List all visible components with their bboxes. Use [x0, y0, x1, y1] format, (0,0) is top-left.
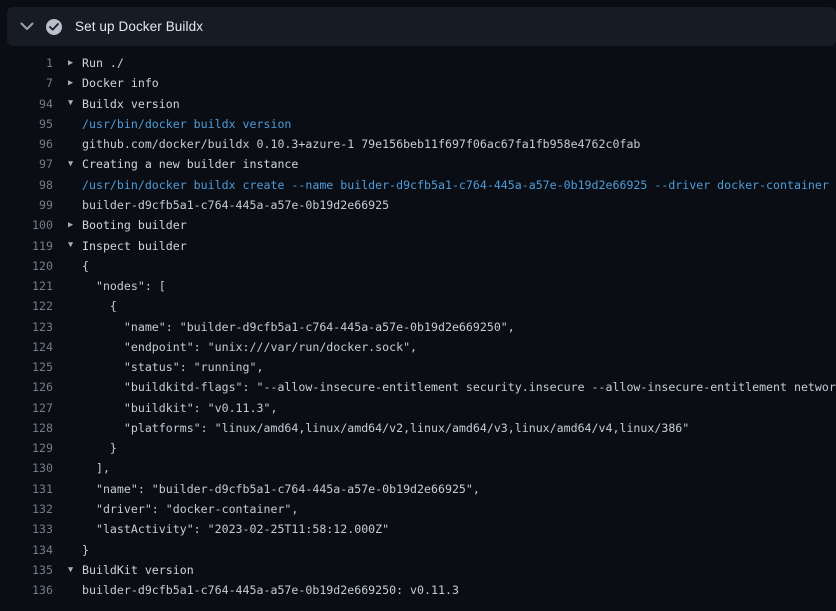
log-row: 131 "name": "builder-d9cfb5a1-c764-445a-…	[0, 479, 836, 499]
line-number[interactable]: 123	[0, 320, 53, 334]
log-row: 133 "lastActivity": "2023-02-25T11:58:12…	[0, 519, 836, 539]
line-number[interactable]: 130	[0, 461, 53, 475]
line-number[interactable]: 97	[0, 157, 53, 171]
log-line-text: "buildkitd-flags": "--allow-insecure-ent…	[82, 380, 836, 394]
log-row[interactable]: 97 ▼ Creating a new builder instance	[0, 154, 836, 174]
group-title[interactable]: Run ./	[82, 56, 124, 70]
log-row[interactable]: 119 ▼ Inspect builder	[0, 235, 836, 255]
line-number[interactable]: 135	[0, 563, 53, 577]
log-line-text: "driver": "docker-container",	[82, 502, 298, 516]
line-number[interactable]: 132	[0, 502, 53, 516]
log-row[interactable]: 135 ▼ BuildKit version	[0, 560, 836, 580]
check-circle-icon	[46, 19, 62, 35]
log-line-text: "platforms": "linux/amd64,linux/amd64/v2…	[82, 421, 689, 435]
step-header[interactable]: Set up Docker Buildx	[7, 7, 836, 46]
step-title: Set up Docker Buildx	[75, 19, 203, 34]
log-row[interactable]: 100 ▶ Booting builder	[0, 215, 836, 235]
line-number[interactable]: 128	[0, 421, 53, 435]
line-number[interactable]: 133	[0, 522, 53, 536]
line-number[interactable]: 96	[0, 137, 53, 151]
line-number[interactable]: 122	[0, 299, 53, 313]
log-row[interactable]: 94 ▼ Buildx version	[0, 94, 836, 114]
log-row: 130 ],	[0, 458, 836, 478]
line-number[interactable]: 99	[0, 198, 53, 212]
line-number[interactable]: 125	[0, 360, 53, 374]
group-title[interactable]: Booting builder	[82, 218, 187, 232]
log-line-text: {	[82, 259, 89, 273]
line-number[interactable]: 94	[0, 97, 53, 111]
line-number[interactable]: 95	[0, 117, 53, 131]
log-line-text: ],	[82, 461, 110, 475]
log-line-text: "name": "builder-d9cfb5a1-c764-445a-a57e…	[82, 320, 515, 334]
log-row: 122 {	[0, 296, 836, 316]
log-line-text: builder-d9cfb5a1-c764-445a-a57e-0b19d2e6…	[82, 198, 389, 212]
log-viewer: 1 ▶ Run ./ 7 ▶ Docker info 94 ▼ Buildx v…	[0, 46, 836, 600]
group-title[interactable]: BuildKit version	[82, 563, 194, 577]
group-marker-icon: ▼	[53, 160, 82, 169]
log-row: 96 github.com/docker/buildx 0.10.3+azure…	[0, 134, 836, 154]
line-number[interactable]: 120	[0, 259, 53, 273]
group-title[interactable]: Creating a new builder instance	[82, 157, 298, 171]
log-row: 124 "endpoint": "unix:///var/run/docker.…	[0, 337, 836, 357]
log-line-text: "status": "running",	[82, 360, 263, 374]
log-row[interactable]: 1 ▶ Run ./	[0, 53, 836, 73]
group-title[interactable]: Docker info	[82, 76, 159, 90]
log-line-text: /usr/bin/docker buildx version	[82, 117, 291, 131]
log-line-text: builder-d9cfb5a1-c764-445a-a57e-0b19d2e6…	[82, 583, 459, 597]
log-row: 134 }	[0, 539, 836, 559]
log-row: 136 builder-d9cfb5a1-c764-445a-a57e-0b19…	[0, 580, 836, 600]
log-row: 125 "status": "running",	[0, 357, 836, 377]
log-row: 98 /usr/bin/docker buildx create --name …	[0, 175, 836, 195]
log-line-text: github.com/docker/buildx 0.10.3+azure-1 …	[82, 137, 640, 151]
log-line-text: }	[82, 441, 117, 455]
line-number[interactable]: 134	[0, 543, 53, 557]
log-line-text: "name": "builder-d9cfb5a1-c764-445a-a57e…	[82, 482, 480, 496]
group-marker-icon: ▼	[53, 241, 82, 250]
log-line-text: /usr/bin/docker buildx create --name bui…	[82, 178, 829, 192]
group-title[interactable]: Inspect builder	[82, 239, 187, 253]
group-marker-icon: ▶	[53, 79, 82, 88]
line-number[interactable]: 136	[0, 583, 53, 597]
log-line-text: "endpoint": "unix:///var/run/docker.sock…	[82, 340, 417, 354]
group-marker-icon: ▼	[53, 566, 82, 575]
log-row: 127 "buildkit": "v0.11.3",	[0, 398, 836, 418]
log-line-text: "nodes": [	[82, 279, 166, 293]
log-row: 132 "driver": "docker-container",	[0, 499, 836, 519]
line-number[interactable]: 131	[0, 482, 53, 496]
log-row: 95 /usr/bin/docker buildx version	[0, 114, 836, 134]
log-row: 129 }	[0, 438, 836, 458]
line-number[interactable]: 119	[0, 239, 53, 253]
log-row: 99 builder-d9cfb5a1-c764-445a-a57e-0b19d…	[0, 195, 836, 215]
log-row: 128 "platforms": "linux/amd64,linux/amd6…	[0, 418, 836, 438]
line-number[interactable]: 7	[0, 76, 53, 90]
log-line-text: "buildkit": "v0.11.3",	[82, 401, 277, 415]
line-number[interactable]: 98	[0, 178, 53, 192]
log-row: 120 {	[0, 256, 836, 276]
log-row: 126 "buildkitd-flags": "--allow-insecure…	[0, 377, 836, 397]
line-number[interactable]: 121	[0, 279, 53, 293]
log-line-text: "lastActivity": "2023-02-25T11:58:12.000…	[82, 522, 389, 536]
group-marker-icon: ▶	[53, 59, 82, 68]
group-marker-icon: ▶	[53, 221, 82, 230]
group-title[interactable]: Buildx version	[82, 97, 180, 111]
log-row: 121 "nodes": [	[0, 276, 836, 296]
log-row[interactable]: 7 ▶ Docker info	[0, 73, 836, 93]
log-line-text: }	[82, 543, 89, 557]
group-marker-icon: ▼	[53, 99, 82, 108]
line-number[interactable]: 100	[0, 218, 53, 232]
line-number[interactable]: 124	[0, 340, 53, 354]
log-row: 123 "name": "builder-d9cfb5a1-c764-445a-…	[0, 316, 836, 336]
line-number[interactable]: 1	[0, 56, 53, 70]
line-number[interactable]: 129	[0, 441, 53, 455]
log-line-text: {	[82, 299, 117, 313]
chevron-down-icon	[16, 19, 38, 35]
line-number[interactable]: 126	[0, 380, 53, 394]
line-number[interactable]: 127	[0, 401, 53, 415]
